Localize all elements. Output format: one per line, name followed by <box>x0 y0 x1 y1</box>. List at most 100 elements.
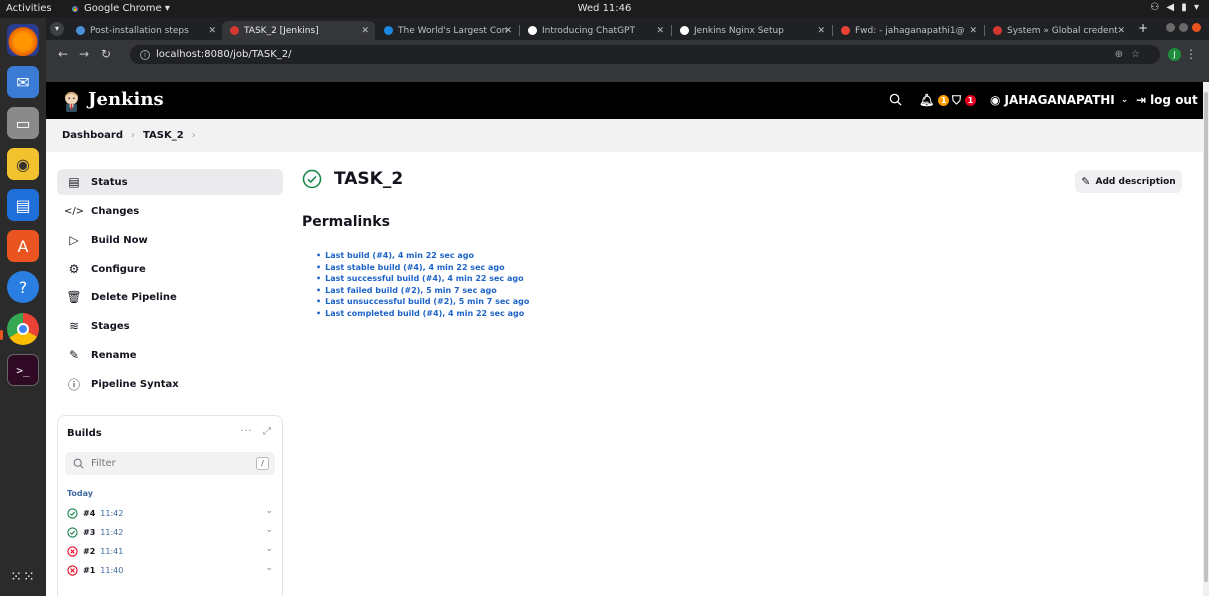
build-number[interactable]: #3 <box>83 528 95 537</box>
close-window-icon[interactable] <box>1192 23 1201 32</box>
tab-fwd-mail[interactable]: Fwd: - jahaganapathi1@ ✕ <box>833 21 983 40</box>
tab-post-installation[interactable]: Post-installation steps ✕ <box>68 21 222 40</box>
close-tab-icon[interactable]: ✕ <box>1117 26 1125 36</box>
sidebar-item-build-now[interactable]: ▷ Build Now <box>57 227 283 253</box>
search-icon[interactable] <box>889 93 902 106</box>
chevron-down-icon[interactable]: ⌄ <box>265 525 273 535</box>
activities-button[interactable]: Activities <box>6 3 52 14</box>
sidebar-item-changes[interactable]: </> Changes <box>57 198 283 224</box>
chevron-down-icon[interactable]: ⌄ <box>265 544 273 554</box>
user-menu[interactable]: ◉ JAHAGANAPATHI ⌄ <box>990 93 1128 107</box>
permalink-last-build[interactable]: Last build (#4), 4 min 22 sec ago <box>316 250 529 262</box>
close-tab-icon[interactable]: ✕ <box>969 26 977 36</box>
expand-icon[interactable]: ⤢ <box>263 426 272 437</box>
logout-button[interactable]: ⇥ log out <box>1136 93 1198 107</box>
tab-introducing-chatgpt[interactable]: Introducing ChatGPT ✕ <box>520 21 670 40</box>
back-icon[interactable]: ← <box>58 47 68 61</box>
build-row[interactable]: #1 11:40 ⌄ <box>67 561 273 579</box>
success-status-icon <box>302 169 322 189</box>
files-icon[interactable]: ▭ <box>7 107 39 139</box>
code-icon: </> <box>63 205 85 217</box>
security-button[interactable]: ⛉ 1 <box>952 93 977 108</box>
app-menu[interactable]: Google Chrome ▾ <box>70 3 170 14</box>
chevron-right-icon: › <box>131 130 135 141</box>
more-icon[interactable]: ··· <box>240 426 253 437</box>
pencil-icon: ✎ <box>68 348 80 362</box>
tab-label: Introducing ChatGPT <box>542 25 635 36</box>
failed-icon <box>67 545 78 557</box>
app-grid-icon[interactable]: ⁙⁙ <box>7 561 39 593</box>
close-tab-icon[interactable]: ✕ <box>817 26 825 36</box>
permalink-last-successful[interactable]: Last successful build (#4), 4 min 22 sec… <box>316 273 529 285</box>
sidebar-item-configure[interactable]: ⚙ Configure <box>57 256 283 282</box>
profile-avatar[interactable]: J <box>1168 48 1181 61</box>
chevron-down-icon[interactable]: ⌄ <box>265 563 273 573</box>
minimize-icon[interactable] <box>1166 23 1175 32</box>
chevron-down-icon[interactable]: ⌄ <box>265 506 273 516</box>
jenkins-brand[interactable]: Jenkins <box>88 89 164 110</box>
sidebar-item-label: Configure <box>91 263 146 275</box>
build-time[interactable]: 11:42 <box>100 509 123 518</box>
shortcut-hint: / <box>256 457 269 470</box>
sidebar-item-stages[interactable]: ≋ Stages <box>57 313 283 339</box>
permalink-last-stable[interactable]: Last stable build (#4), 4 min 22 sec ago <box>316 262 529 274</box>
system-tray-icon[interactable]: ⚇ ◀ ▮ ▾ <box>1150 2 1201 13</box>
clock[interactable]: Wed 11:46 <box>0 3 1209 14</box>
sidebar-item-label: Pipeline Syntax <box>91 378 179 390</box>
close-tab-icon[interactable]: ✕ <box>656 26 664 36</box>
sidebar-item-status[interactable]: ▤ Status <box>57 169 283 195</box>
terminal-icon[interactable]: >_ <box>7 354 39 386</box>
maximize-icon[interactable] <box>1179 23 1188 32</box>
jenkins-logo-icon[interactable] <box>62 90 81 112</box>
permalink-last-unsuccessful[interactable]: Last unsuccessful build (#2), 5 min 7 se… <box>316 296 529 308</box>
close-tab-icon[interactable]: ✕ <box>361 26 369 36</box>
forward-icon[interactable]: → <box>79 47 89 61</box>
build-row[interactable]: #4 11:42 ⌄ <box>67 504 273 522</box>
build-time[interactable]: 11:42 <box>100 528 123 537</box>
firefox-icon[interactable] <box>7 24 39 56</box>
thunderbird-icon[interactable]: ✉ <box>7 66 39 98</box>
build-number[interactable]: #1 <box>83 566 95 575</box>
breadcrumb-dashboard[interactable]: Dashboard <box>62 130 123 141</box>
address-bar[interactable]: i localhost:8080/job/TASK_2/ ⊕☆ <box>130 45 1160 64</box>
breadcrumb-job[interactable]: TASK_2 <box>143 130 184 141</box>
scrollbar-thumb[interactable] <box>1204 92 1208 582</box>
sidebar-item-label: Status <box>91 176 128 188</box>
close-tab-icon[interactable]: ✕ <box>208 26 216 36</box>
browser-menu-icon[interactable]: ⋮ <box>1185 47 1197 61</box>
build-time[interactable]: 11:41 <box>100 547 123 556</box>
sidebar-item-rename[interactable]: ✎ Rename <box>57 342 283 368</box>
build-number[interactable]: #2 <box>83 547 95 556</box>
help-icon[interactable]: ? <box>7 271 39 303</box>
permalink-last-completed[interactable]: Last completed build (#4), 4 min 22 sec … <box>316 308 529 320</box>
chevron-right-icon[interactable]: › <box>192 130 196 141</box>
rhythmbox-icon[interactable]: ◉ <box>7 148 39 180</box>
filter-input[interactable] <box>91 458 251 469</box>
build-number[interactable]: #4 <box>83 509 95 518</box>
build-row[interactable]: #2 11:41 ⌄ <box>67 542 273 560</box>
tab-task2-jenkins[interactable]: TASK_2 [Jenkins] ✕ <box>222 21 375 40</box>
notifications-button[interactable]: 🔔︎ 1 <box>919 93 950 107</box>
site-info-icon[interactable]: i <box>140 49 150 60</box>
tab-global-credentials[interactable]: System » Global credent ✕ <box>985 21 1131 40</box>
sidebar-item-pipeline-syntax[interactable]: ⓘ Pipeline Syntax <box>57 371 283 397</box>
permalink-last-failed[interactable]: Last failed build (#2), 5 min 7 sec ago <box>316 285 529 297</box>
build-row[interactable]: #3 11:42 ⌄ <box>67 523 273 541</box>
failed-icon <box>67 564 78 576</box>
tab-search-button[interactable]: ▾ <box>50 22 64 36</box>
software-icon[interactable]: A <box>7 230 39 262</box>
add-description-button[interactable]: ✎ Add description <box>1075 170 1182 193</box>
reload-icon[interactable]: ↻ <box>101 47 111 61</box>
tab-worlds-largest[interactable]: The World's Largest Con ✕ <box>376 21 518 40</box>
chrome-icon[interactable] <box>7 313 39 345</box>
close-tab-icon[interactable]: ✕ <box>504 26 512 36</box>
writer-icon[interactable]: ▤ <box>7 189 39 221</box>
zoom-bookmark-icons[interactable]: ⊕☆ <box>1115 49 1148 60</box>
new-tab-button[interactable]: + <box>1138 21 1148 35</box>
build-time[interactable]: 11:40 <box>100 566 123 575</box>
sidebar-item-label: Build Now <box>91 234 148 246</box>
tab-jenkins-nginx[interactable]: Jenkins Nginx Setup ✕ <box>672 21 831 40</box>
page-scrollbar[interactable] <box>1203 82 1209 596</box>
sidebar-item-delete-pipeline[interactable]: 🗑︎ Delete Pipeline <box>57 284 283 310</box>
favicon-icon <box>680 26 689 35</box>
